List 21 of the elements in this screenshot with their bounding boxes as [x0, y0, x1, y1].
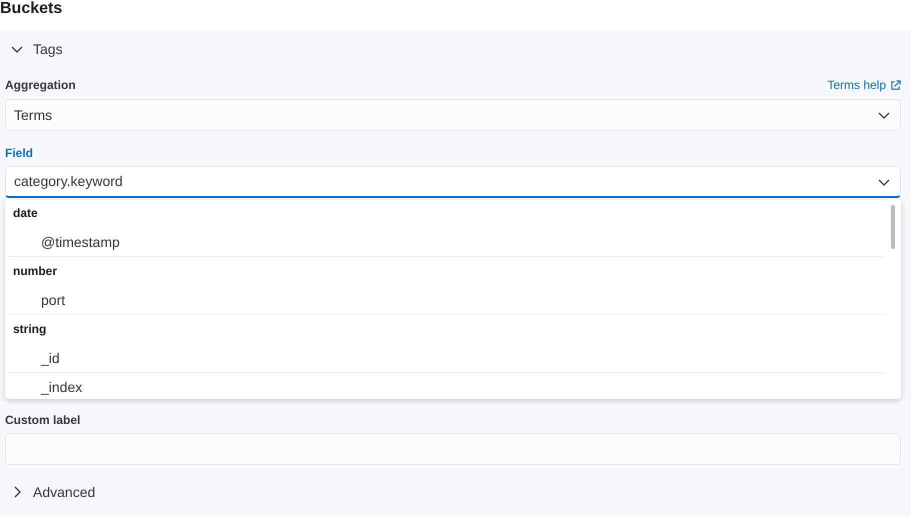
accordion-toggle[interactable]: Advanced — [5, 479, 102, 505]
select-field[interactable]: Terms — [5, 99, 901, 131]
help-link[interactable]: Terms help — [827, 76, 901, 94]
option-group-label: string — [12, 321, 48, 338]
select-value: category.keyword — [14, 172, 123, 191]
dropdown-option[interactable]: @timestamp — [5, 228, 885, 257]
text-input[interactable] — [5, 433, 901, 465]
dropdown-option[interactable]: _index — [5, 373, 885, 399]
field-label: Aggregation — [5, 77, 76, 93]
field-label: Field — [5, 145, 34, 161]
scrollbar-thumb[interactable] — [891, 205, 895, 249]
option-group-label: number — [12, 263, 58, 280]
select-value: Terms — [14, 106, 52, 124]
external-link-icon — [890, 80, 901, 90]
field-label: Custom label — [5, 412, 80, 428]
section-heading: Buckets — [0, 0, 64, 19]
dropdown-option[interactable]: port — [5, 286, 885, 315]
option-group-label: date — [12, 205, 39, 222]
select-field[interactable]: category.keyword — [5, 166, 901, 198]
dropdown-option[interactable]: _id — [5, 344, 885, 373]
accordion-toggle[interactable]: Tags — [5, 36, 69, 62]
